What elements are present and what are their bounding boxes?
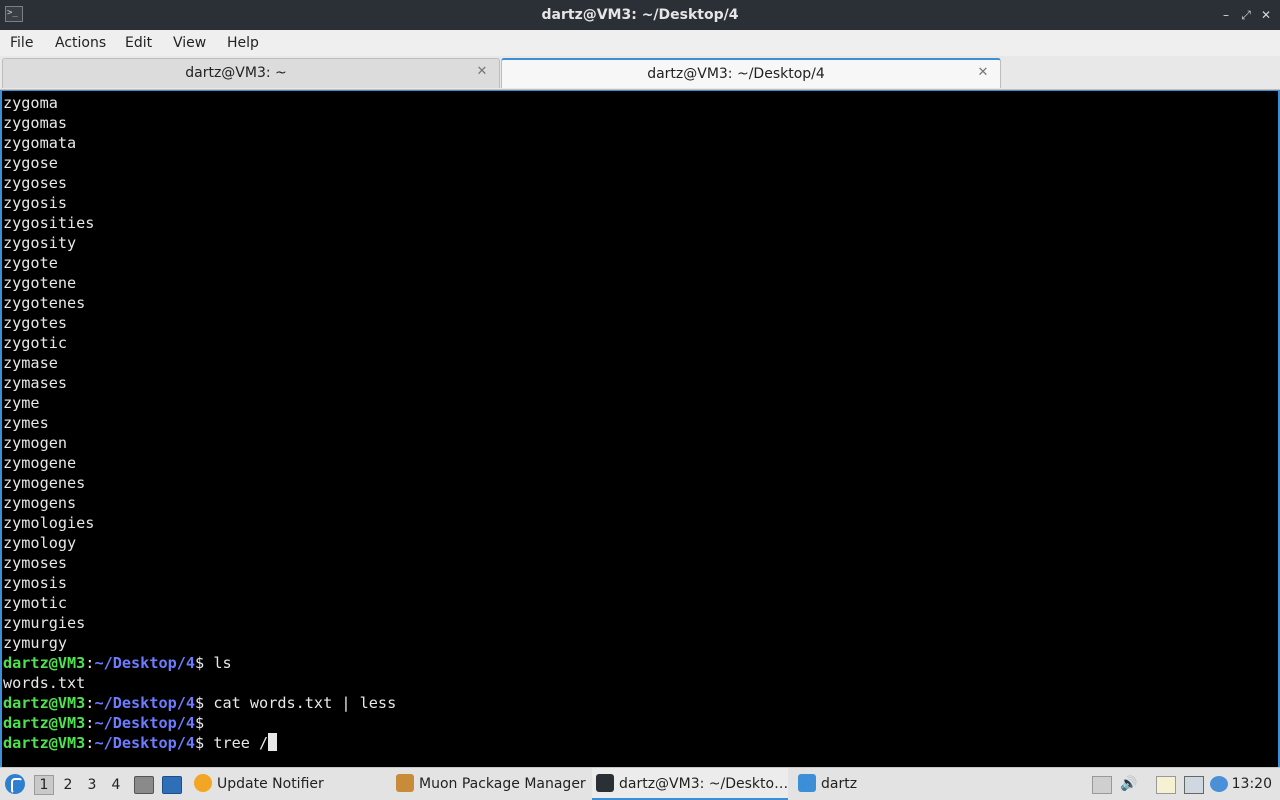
terminal-output-line: zygotic — [3, 334, 68, 352]
menu-view[interactable]: View — [173, 30, 206, 56]
terminal-output-line: zymurgies — [3, 614, 86, 632]
terminal-output-line: zygotes — [3, 314, 68, 332]
terminal-output-line: zymosis — [3, 574, 68, 592]
close-icon[interactable]: ✕ — [475, 65, 489, 79]
file-manager-launcher-icon[interactable] — [134, 776, 154, 794]
terminal-output-line: words.txt — [3, 674, 86, 692]
task-folder-dartz[interactable]: dartz — [798, 768, 857, 800]
prompt-symbol: $ — [195, 654, 214, 672]
workspace-4[interactable]: 4 — [106, 775, 126, 795]
prompt-path: ~/Desktop/4 — [94, 734, 196, 752]
clipboard-icon[interactable] — [1156, 776, 1176, 794]
task-label: Update Notifier — [217, 776, 324, 792]
terminal-icon — [596, 774, 614, 792]
workspace-2[interactable]: 2 — [58, 775, 78, 795]
task-label: dartz — [821, 776, 858, 792]
tab-home[interactable]: dartz@VM3: ~ ✕ — [2, 58, 500, 88]
terminal-output-line: zygomata — [3, 134, 77, 152]
tab-label: dartz@VM3: ~/Desktop/4 — [647, 66, 825, 82]
terminal-output-line: zymases — [3, 374, 68, 392]
tab-bar: dartz@VM3: ~ ✕ dartz@VM3: ~/Desktop/4 ✕ — [0, 56, 1280, 90]
terminal-prompt-line: dartz@VM3:~/Desktop/4$ cat words.txt | l… — [3, 693, 396, 713]
taskbar: 1 2 3 4 Update Notifier Muon Package Man… — [0, 767, 1280, 800]
maximize-button[interactable]: ⤢ — [1238, 7, 1254, 23]
package-manager-icon — [396, 774, 414, 792]
menu-edit[interactable]: Edit — [125, 30, 152, 56]
prompt-symbol: $ — [195, 714, 214, 732]
terminal-prompt-line: dartz@VM3:~/Desktop/4$ — [3, 713, 396, 733]
prompt-command: tree / — [213, 734, 269, 752]
workspace-1[interactable]: 1 — [34, 775, 54, 795]
terminal-output-line: zymase — [3, 354, 58, 372]
prompt-command: ls — [213, 654, 232, 672]
network-icon[interactable] — [1184, 776, 1204, 794]
terminal-output-line: zymogens — [3, 494, 77, 512]
prompt-user-host: dartz@VM3 — [3, 654, 86, 672]
terminal-output-line: zyme — [3, 394, 40, 412]
start-menu-icon[interactable] — [5, 774, 25, 794]
update-notifier-icon — [194, 774, 212, 792]
prompt-symbol: $ — [195, 694, 214, 712]
show-desktop-icon[interactable] — [162, 776, 182, 794]
terminal-output-line: zygote — [3, 254, 58, 272]
clock: 13:20 — [1231, 776, 1272, 792]
terminal-output-line: zygosity — [3, 234, 77, 252]
prompt-command: cat words.txt | less — [213, 694, 397, 712]
terminal-output-line: zymogene — [3, 454, 77, 472]
volume-icon[interactable]: 🔊 — [1120, 776, 1138, 792]
prompt-path: ~/Desktop/4 — [94, 714, 196, 732]
terminal-output-line: zygoses — [3, 174, 68, 192]
prompt-user-host: dartz@VM3 — [3, 734, 86, 752]
close-icon[interactable]: ✕ — [976, 66, 990, 80]
terminal-output-line: zygoma — [3, 94, 58, 112]
task-muon-package-manager[interactable]: Muon Package Manager — [396, 768, 586, 800]
terminal-output-line: zymes — [3, 414, 49, 432]
prompt-symbol: $ — [195, 734, 214, 752]
prompt-path: ~/Desktop/4 — [94, 654, 196, 672]
folder-icon — [798, 774, 816, 792]
tab-desktop-4[interactable]: dartz@VM3: ~/Desktop/4 ✕ — [501, 58, 1001, 88]
terminal-output-line: zygosities — [3, 214, 95, 232]
workspace-3[interactable]: 3 — [82, 775, 102, 795]
task-terminal[interactable]: dartz@VM3: ~/Deskto… — [592, 768, 788, 800]
terminal-output-line: zymogenes — [3, 474, 86, 492]
notification-icon[interactable] — [1210, 776, 1228, 792]
terminal-output: zygoma zygomas zygomata zygose zygoses zygosi… — [3, 93, 396, 753]
menu-file[interactable]: File — [10, 30, 33, 56]
window-titlebar[interactable]: >_ dartz@VM3: ~/Desktop/4 – ⤢ ✕ — [0, 0, 1280, 30]
menu-help[interactable]: Help — [227, 30, 259, 56]
terminal-output-line: zygotene — [3, 274, 77, 292]
terminal-output-line: zymurgy — [3, 634, 68, 652]
text-cursor — [268, 733, 278, 751]
terminal-prompt-line: dartz@VM3:~/Desktop/4$ ls — [3, 653, 396, 673]
terminal-output-line: zygosis — [3, 194, 68, 212]
tab-label: dartz@VM3: ~ — [185, 65, 287, 81]
terminal-output-line: zymogen — [3, 434, 68, 452]
terminal-output-line: zymology — [3, 534, 77, 552]
task-update-notifier[interactable]: Update Notifier — [194, 768, 324, 800]
window-title: dartz@VM3: ~/Desktop/4 — [541, 7, 739, 23]
terminal-output-line: zymotic — [3, 594, 68, 612]
task-label: dartz@VM3: ~/Deskto… — [619, 776, 789, 792]
terminal-output-line: zygomas — [3, 114, 68, 132]
terminal-view[interactable]: zygoma zygomas zygomata zygose zygoses zygosi… — [0, 90, 1280, 767]
terminal-output-line: zymoses — [3, 554, 68, 572]
prompt-user-host: dartz@VM3 — [3, 694, 86, 712]
terminal-output-line: zygotenes — [3, 294, 86, 312]
terminal-prompt-line: dartz@VM3:~/Desktop/4$ tree / — [3, 733, 396, 753]
prompt-path: ~/Desktop/4 — [94, 694, 196, 712]
close-window-button[interactable]: ✕ — [1258, 7, 1274, 23]
task-label: Muon Package Manager — [419, 776, 586, 792]
minimize-button[interactable]: – — [1218, 7, 1234, 23]
menu-bar: File Actions Edit View Help — [0, 30, 1280, 56]
terminal-output-line: zygose — [3, 154, 58, 172]
menu-actions[interactable]: Actions — [55, 30, 106, 56]
tray-arrow-icon[interactable] — [1092, 776, 1112, 794]
prompt-user-host: dartz@VM3 — [3, 714, 86, 732]
terminal-output-line: zymologies — [3, 514, 95, 532]
